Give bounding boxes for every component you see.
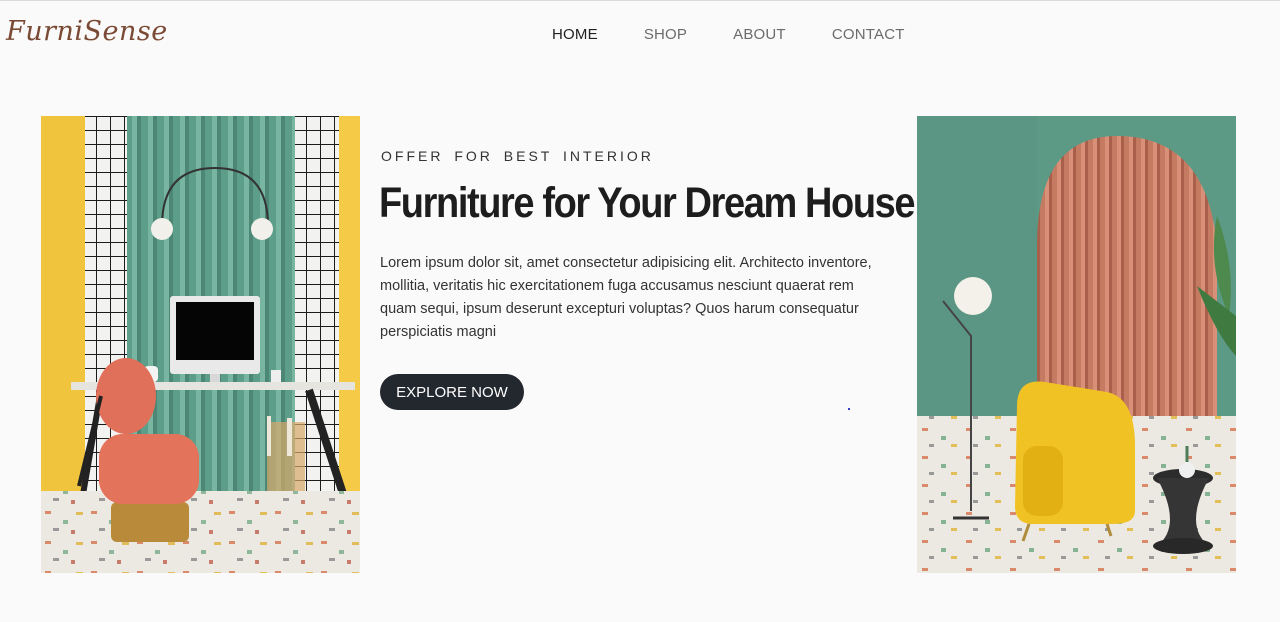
brand-logo[interactable]: FurniSense xyxy=(6,16,168,47)
nav-contact[interactable]: CONTACT xyxy=(832,26,905,43)
explore-now-button[interactable]: EXPLORE NOW xyxy=(380,374,524,410)
hero-description: Lorem ipsum dolor sit, amet consectetur … xyxy=(380,255,872,340)
stray-dot xyxy=(848,408,850,410)
hero-image-armchair xyxy=(917,116,1236,573)
nav-home[interactable]: HOME xyxy=(552,26,598,43)
main-nav: HOME SHOP ABOUT CONTACT xyxy=(552,26,951,43)
nav-shop[interactable]: SHOP xyxy=(644,26,687,43)
nav-about[interactable]: ABOUT xyxy=(733,26,786,43)
hero-headline: Furniture for Your Dream House xyxy=(379,180,916,228)
top-border xyxy=(0,0,1280,1)
hero-image-desk xyxy=(41,116,360,573)
hero-kicker: OFFER FOR BEST INTERIOR xyxy=(381,148,654,164)
